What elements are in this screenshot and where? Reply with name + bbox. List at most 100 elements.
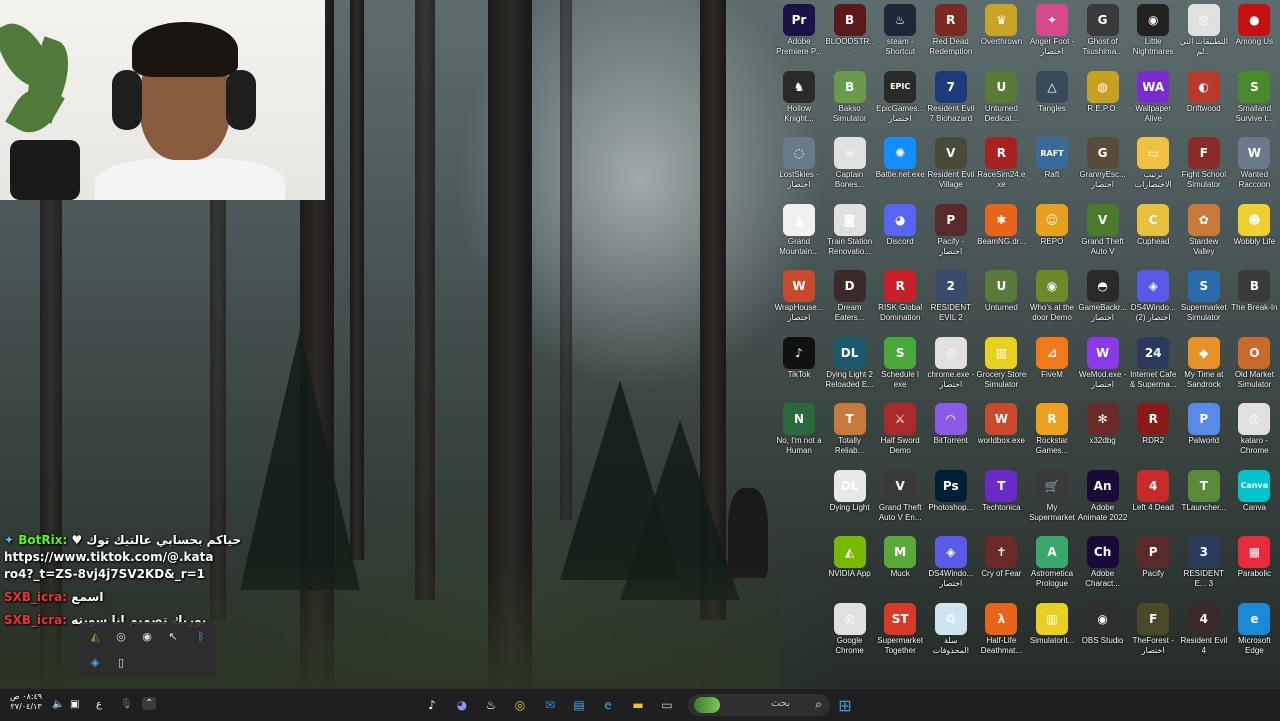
desktop-icon[interactable]: U Unturned <box>976 268 1026 334</box>
desktop-icon[interactable]: W WrapHouse... اختصار <box>774 268 824 334</box>
desktop-icon[interactable]: W Wanted Raccoon <box>1229 135 1279 201</box>
desktop-icon[interactable]: DL Dying Light 2 Reloaded E... <box>825 335 875 401</box>
desktop-icon[interactable]: ◐ Driftwood <box>1179 69 1229 135</box>
desktop-icon[interactable]: V Grand Theft Auto V En... <box>875 468 925 534</box>
volume-icon[interactable]: 🔈 <box>52 699 64 710</box>
desktop-icon[interactable]: ✦ Anger Foot - اختصار <box>1027 2 1077 68</box>
desktop-icon[interactable]: D Dream Eaters... <box>825 268 875 334</box>
desktop-icon[interactable]: EPIC EpicGames... اختصار <box>875 69 925 135</box>
desktop-icon[interactable]: 🛒 My Supermarket <box>1027 468 1077 534</box>
desktop-icon[interactable]: ♨ steam - Shortcut <box>875 2 925 68</box>
desktop-icon[interactable]: W WeMod.exe - اختصار <box>1078 335 1128 401</box>
desktop-icon[interactable]: ◉ Who's at the door Demo <box>1027 268 1077 334</box>
desktop-icon[interactable]: U Unturned Dedicat... <box>976 69 1026 135</box>
desktop-icon[interactable]: ◉ Little Nightmares <box>1128 2 1178 68</box>
desktop-icon[interactable]: ♪ TikTok <box>774 335 824 401</box>
desktop-icon[interactable]: Ch Adobe Charact... <box>1078 534 1128 600</box>
desktop-icon[interactable]: ● Among Us <box>1229 2 1279 68</box>
desktop-icon[interactable]: T TLauncher... <box>1179 468 1229 534</box>
desktop-icon[interactable]: G Ghost of Tsushima... <box>1078 2 1128 68</box>
desktop-icon[interactable]: ◍ R.E.P.O. <box>1078 69 1128 135</box>
taskbar-clock[interactable]: ٠٨:٤٩ ص ٢٧/٠٤/١٣ <box>10 692 42 712</box>
desktop-icon[interactable]: B The Break-In <box>1229 268 1279 334</box>
desktop-icon[interactable]: O Old Market Simulator <box>1229 335 1279 401</box>
desktop-icon[interactable]: 4 Resident Evil 4 <box>1179 601 1229 667</box>
desktop-icon[interactable]: B BLOODSTR... <box>825 2 875 68</box>
task-view-icon[interactable]: ▭ <box>656 694 678 716</box>
search-box[interactable]: بحث ⌕ <box>688 694 830 716</box>
desktop-icon[interactable]: R RISK Global Domination <box>875 268 925 334</box>
desktop-icon[interactable]: e Microsoft Edge <box>1229 601 1279 667</box>
desktop-icon[interactable]: ✿ Stardew Valley <box>1179 202 1229 268</box>
desktop-icon[interactable]: P Pacify - اختصار <box>926 202 976 268</box>
outlook-icon[interactable]: ✉ <box>539 694 561 716</box>
file-explorer-icon[interactable]: ▬ <box>627 694 649 716</box>
desktop-icon[interactable]: ♻ سلة المحذوفات <box>926 601 976 667</box>
desktop-icon[interactable]: N No, I'm not a Human <box>774 401 824 467</box>
desktop-icon[interactable]: ☻ Wobbly Life <box>1229 202 1279 268</box>
desktop-icon[interactable]: ✻ x32dbg <box>1078 401 1128 467</box>
desktop-icon[interactable]: A Astrometica Prologue <box>1027 534 1077 600</box>
desktop-icon[interactable]: ☺ REPO <box>1027 202 1077 268</box>
security-tray-icon[interactable]: ◈ <box>88 656 102 670</box>
desktop-icon[interactable]: ◭ NVIDIA App <box>825 534 875 600</box>
network-icon[interactable]: ▣ <box>70 699 79 710</box>
desktop-icon[interactable]: T Techtonica <box>976 468 1026 534</box>
desktop-icon[interactable]: B Bakso Simulator <box>825 69 875 135</box>
desktop-icon[interactable]: WA Wallpaper Alive <box>1128 69 1178 135</box>
obs-tray-icon[interactable]: ◉ <box>140 630 154 644</box>
desktop-icon[interactable]: C Cuphead <box>1128 202 1178 268</box>
desktop-icon[interactable]: DL Dying Light <box>825 468 875 534</box>
desktop-icon[interactable]: ◉ OBS Studio <box>1078 601 1128 667</box>
desktop-icon[interactable]: ▥ Grocery Store Simulator <box>976 335 1026 401</box>
desktop-icon[interactable]: ◆ My Time at Sandrock <box>1179 335 1229 401</box>
desktop-icon[interactable]: ▲ Grand Mountain... <box>774 202 824 268</box>
chrome-tray-icon[interactable]: ◎ <box>114 630 128 644</box>
microphone-icon[interactable]: 🎙 <box>120 699 133 710</box>
desktop-icon[interactable]: 2 RESIDENT EVIL 2 <box>926 268 976 334</box>
desktop-icon[interactable]: ⊿ FiveM <box>1027 335 1077 401</box>
desktop-icon[interactable]: ☠ Captain Bones... <box>825 135 875 201</box>
keyboard-language[interactable]: ع <box>96 699 102 710</box>
desktop-icon[interactable]: V Resident Evil Village <box>926 135 976 201</box>
desktop-icon[interactable]: V Grand Theft Auto V <box>1078 202 1128 268</box>
desktop-icon[interactable]: Wworldbox.exe <box>976 401 1026 467</box>
desktop-icon[interactable]: P Palworld <box>1179 401 1229 467</box>
desktop-icon[interactable]: Pr Adobe Premiere P... <box>774 2 824 68</box>
desktop-icon[interactable]: G GrannyEsc... اختصار <box>1078 135 1128 201</box>
desktop-icon[interactable]: 4 Left 4 Dead <box>1128 468 1178 534</box>
chat-link[interactable]: https://www.tiktok.com/@.kataro4?_t=ZS-8… <box>4 549 219 583</box>
desktop-icon[interactable]: ◎ Google Chrome <box>825 601 875 667</box>
desktop-icon[interactable]: ▥ Simulatorit... <box>1027 601 1077 667</box>
desktop-icon[interactable]: 3 RESIDENT E... 3 <box>1179 534 1229 600</box>
desktop-icon[interactable]: S Schedule I exe <box>875 335 925 401</box>
desktop-icon[interactable]: 7 Resident Evil 7 Biohazard <box>926 69 976 135</box>
desktop-icon[interactable]: ◓ GameBackr... اختصار <box>1078 268 1128 334</box>
start-button[interactable]: ⊞ <box>834 694 856 716</box>
desktop-icon[interactable]: ▭ ترتيب الاختصارات <box>1128 135 1178 201</box>
desktop-icon[interactable]: R Red Dead Redemption <box>926 2 976 68</box>
desktop-icon[interactable]: ◈ DS4Windo... اختصار <box>926 534 976 600</box>
desktop-icon[interactable]: R RaceSim24.exe <box>976 135 1026 201</box>
desktop-icon[interactable]: Canva Canva <box>1229 468 1279 534</box>
desktop-icon[interactable]: ✺ Battle.net.exe <box>875 135 925 201</box>
chat-link-text[interactable]: https://www.tiktok.com/@.kataro4?_t=ZS-8… <box>4 550 213 581</box>
edge-icon[interactable]: e <box>597 694 619 716</box>
desktop-icon[interactable]: △ Tangles <box>1027 69 1077 135</box>
desktop-icon[interactable]: ♛ Overthrown <box>976 2 1026 68</box>
desktop-icon[interactable]: ▦ Parabolic <box>1229 534 1279 600</box>
desktop-icon[interactable]: ST Supermarket Together <box>875 601 925 667</box>
desktop-icon[interactable]: F TheForest - اختصار <box>1128 601 1178 667</box>
desktop-icon[interactable]: RAFT Raft <box>1027 135 1077 201</box>
desktop-icon[interactable]: Ps Photoshop... <box>926 468 976 534</box>
bluetooth-tray-icon[interactable]: ᛒ <box>194 630 208 644</box>
desktop-icon[interactable]: T Totally Reliab... <box>825 401 875 467</box>
desktop-icon[interactable]: P Pacify <box>1128 534 1178 600</box>
desktop-icon[interactable]: λ Half-Life Deathmat... <box>976 601 1026 667</box>
usb-tray-icon[interactable]: ▯ <box>114 656 128 670</box>
pointer-tray-icon[interactable]: ↖ <box>166 630 180 644</box>
desktop-icon[interactable]: ◙ Train Station Renovatio... <box>825 202 875 268</box>
desktop-icon[interactable]: M Muck <box>875 534 925 600</box>
desktop-icon[interactable]: S Smalland Survive t... <box>1229 69 1279 135</box>
desktop-icon[interactable]: R Rockstar Games... <box>1027 401 1077 467</box>
